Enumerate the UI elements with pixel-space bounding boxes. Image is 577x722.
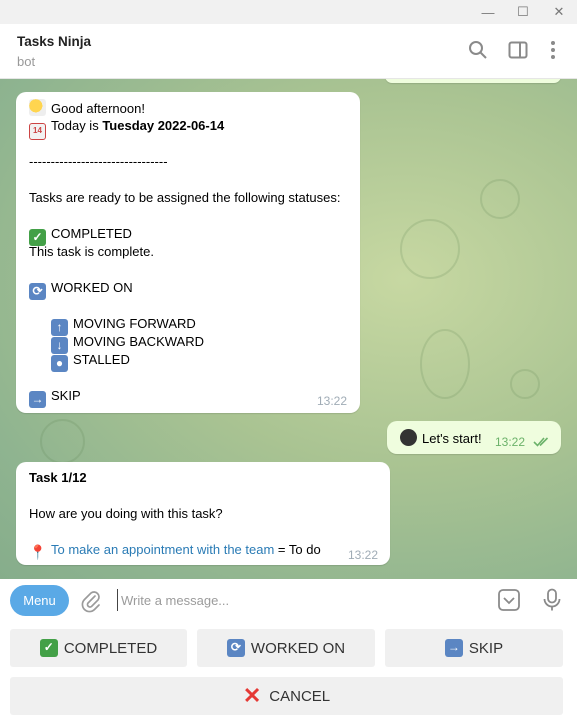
microphone-icon — [543, 588, 561, 611]
completed-label: COMPLETED — [51, 226, 132, 241]
sun-behind-cloud-icon — [29, 99, 46, 116]
background-doodle — [480, 179, 520, 219]
chat-header[interactable]: Tasks Ninja bot — [0, 24, 577, 79]
background-doodle — [40, 419, 85, 464]
search-button[interactable] — [466, 38, 490, 62]
paperclip-icon — [81, 591, 100, 613]
sidebar-icon — [508, 41, 528, 59]
minimize-button[interactable]: — — [472, 0, 504, 24]
today-date: Tuesday 2022-06-14 — [102, 118, 225, 133]
today-prefix: Today is — [51, 118, 103, 133]
attach-button[interactable] — [78, 588, 104, 614]
background-doodle — [510, 369, 540, 399]
arrow-right-icon: → — [444, 639, 463, 657]
calendar-icon: 14 — [29, 123, 46, 140]
task-link[interactable]: To make an appointment with the team — [51, 542, 274, 557]
completed-description: This task is complete. — [29, 244, 154, 259]
task-status-text: = To do — [274, 542, 321, 557]
search-icon — [469, 41, 487, 59]
ninja-icon — [400, 429, 417, 446]
user-message-text: Let's start! — [422, 431, 482, 446]
cancel-button[interactable]: ✕ CANCEL — [10, 677, 563, 715]
worked-on-label: WORKED ON — [51, 280, 133, 295]
double-check-icon — [533, 437, 549, 447]
moving-backward-text: MOVING BACKWARD — [73, 334, 204, 349]
completed-button[interactable]: ✓ COMPLETED — [10, 629, 187, 667]
welcome-message[interactable]: Good afternoon! 14 Today is Tuesday 2022-… — [16, 92, 360, 413]
intro-text: Tasks are ready to be assigned the follo… — [29, 190, 341, 205]
task-message[interactable]: Task 1/12 How are you doing with this ta… — [16, 462, 390, 565]
worked-on-button-label: WORKED ON — [250, 639, 346, 657]
window-titlebar: — ☐ ✕ — [0, 0, 577, 24]
worked-on-button[interactable]: ⟳ WORKED ON — [197, 629, 375, 667]
message-time: 13:22 — [348, 548, 379, 562]
chat-area[interactable]: Good afternoon! 14 Today is Tuesday 2022-… — [0, 79, 577, 579]
minimize-icon: — — [481, 4, 495, 20]
moving-forward-text: MOVING FORWARD — [73, 316, 196, 331]
arrow-right-icon: → — [29, 391, 46, 408]
maximize-button[interactable]: ☐ — [507, 0, 539, 24]
skip-button[interactable]: → SKIP — [385, 629, 563, 667]
maximize-icon: ☐ — [517, 4, 529, 19]
stop-icon: ● — [51, 355, 68, 372]
close-window-button[interactable]: ✕ — [543, 0, 575, 24]
message-time: 13:22 — [317, 394, 348, 408]
message-composer: Menu — [0, 579, 577, 622]
previous-message-bubble — [385, 79, 561, 83]
greeting-text: Good afternoon! — [51, 101, 145, 116]
message-input[interactable] — [117, 589, 477, 611]
pin-icon: 📍 — [29, 544, 47, 560]
stalled-text: STALLED — [73, 352, 130, 367]
completed-button-label: COMPLETED — [63, 639, 158, 657]
message-time: 13:22 — [495, 435, 526, 449]
task-title: Task 1/12 — [29, 470, 87, 485]
chat-subtitle: bot — [17, 54, 36, 69]
background-doodle — [420, 329, 470, 399]
keyboard-hide-icon — [498, 589, 520, 611]
refresh-icon: ⟳ — [29, 283, 46, 300]
skip-button-label: SKIP — [468, 639, 504, 657]
skip-label: SKIP — [51, 388, 81, 403]
check-mark-icon: ✓ — [39, 639, 58, 657]
bot-keyboard: ✓ COMPLETED ⟳ WORKED ON → SKIP ✕ CANCEL — [0, 622, 577, 722]
more-vertical-icon — [551, 41, 555, 59]
bot-keyboard-toggle-button[interactable] — [496, 587, 522, 613]
separator-text: -------------------------------- — [29, 154, 168, 169]
refresh-icon: ⟳ — [226, 639, 245, 657]
cancel-button-label: CANCEL — [269, 687, 331, 705]
background-doodle — [400, 219, 460, 279]
bot-menu-button[interactable]: Menu — [10, 585, 69, 616]
cross-mark-icon: ✕ — [242, 683, 262, 708]
user-message[interactable]: Let's start! 13:22 — [387, 421, 561, 454]
more-options-button[interactable] — [541, 38, 565, 62]
close-icon: ✕ — [553, 4, 565, 19]
task-question: How are you doing with this task? — [29, 506, 223, 521]
sidebar-toggle-button[interactable] — [506, 38, 530, 62]
voice-message-button[interactable] — [539, 587, 565, 613]
chat-title: Tasks Ninja — [17, 34, 92, 49]
